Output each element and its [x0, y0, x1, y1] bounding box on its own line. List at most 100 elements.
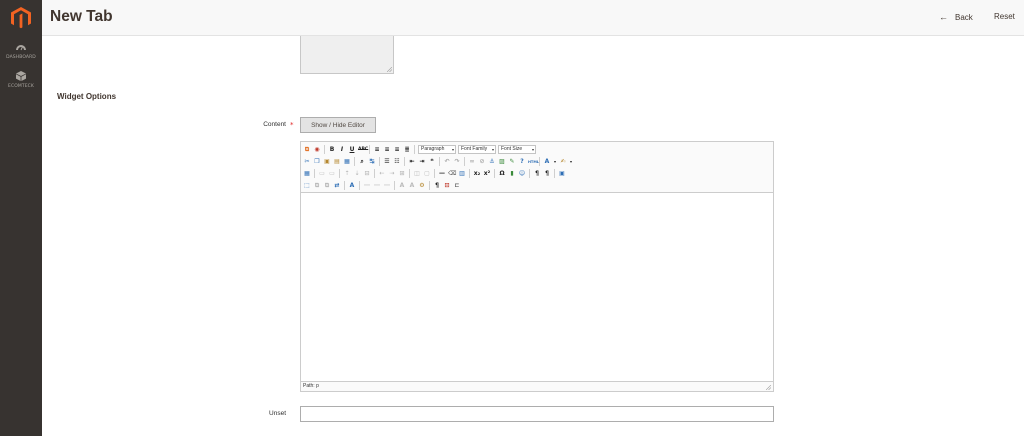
merge-cells-icon[interactable]: ▢ [423, 170, 431, 178]
insert-variable-icon[interactable]: ◉ [313, 146, 321, 154]
text-color-icon[interactable]: A [543, 158, 551, 166]
subscript-icon[interactable]: x₂ [473, 170, 481, 178]
table-icon[interactable]: ▦ [303, 170, 311, 178]
bold-icon[interactable]: B [328, 146, 336, 154]
help-icon[interactable]: ? [518, 158, 526, 166]
copy-icon[interactable]: ❐ [313, 158, 321, 166]
magento-logo-icon[interactable] [11, 7, 31, 29]
bullet-list-icon[interactable]: ☰ [383, 158, 391, 166]
insert-row-after-icon[interactable]: ⇣ [353, 170, 361, 178]
replace-icon[interactable]: ↹ [368, 158, 376, 166]
fullscreen-icon[interactable]: ▣ [558, 170, 566, 178]
align-center-icon[interactable]: ≡ [383, 146, 391, 154]
attribs-icon[interactable]: ⚙ [418, 182, 426, 190]
find-icon[interactable]: ⌕ [358, 158, 366, 166]
editor-status-bar: Path: p [301, 381, 773, 391]
visual-aid-icon[interactable]: ▥ [458, 170, 466, 178]
horizontal-rule-icon[interactable]: — [438, 170, 446, 178]
toolbar-separator [314, 169, 315, 178]
align-justify-icon[interactable]: ≣ [403, 146, 411, 154]
indent-icon[interactable]: ⇥ [418, 158, 426, 166]
toolbar-separator [359, 181, 360, 190]
unlink-icon[interactable]: ⊘ [478, 158, 486, 166]
split-cells-icon[interactable]: ◫ [413, 170, 421, 178]
absolute-icon[interactable]: ⇄ [333, 182, 341, 190]
sidebar-item-label: ECOMTECK [8, 84, 34, 89]
format-select[interactable]: Paragraph ▾ [418, 145, 456, 154]
font-size-select[interactable]: Font Size ▾ [498, 145, 536, 154]
back-button[interactable]: ← Back [939, 12, 973, 22]
sidebar-item-label: DASHBOARD [6, 55, 36, 60]
template-icon[interactable]: ⊏ [453, 182, 461, 190]
ltr-icon[interactable]: ¶ [533, 170, 541, 178]
font-family-select[interactable]: Font Family ▾ [458, 145, 496, 154]
remove-format-icon[interactable]: ⌫ [448, 170, 456, 178]
special-char-icon[interactable]: Ω [498, 170, 506, 178]
show-hide-editor-button[interactable]: Show / Hide Editor [300, 117, 376, 133]
image-icon[interactable]: ▨ [498, 158, 506, 166]
nonbreaking-icon[interactable]: ⊡ [443, 182, 451, 190]
delete-col-icon[interactable]: ⊞ [398, 170, 406, 178]
toolbar-separator [539, 157, 540, 166]
back-button-label: Back [955, 12, 973, 22]
abbr-icon[interactable]: ⋯ [373, 182, 381, 190]
ins-icon[interactable]: A [408, 182, 416, 190]
previous-textarea[interactable] [300, 36, 394, 74]
undo-icon[interactable]: ↶ [443, 158, 451, 166]
background-color-icon[interactable]: ✍ [559, 158, 567, 166]
reset-button[interactable]: Reset [994, 12, 1015, 21]
paste-word-icon[interactable]: ▦ [343, 158, 351, 166]
toolbar-separator [554, 169, 555, 178]
outdent-icon[interactable]: ⇤ [408, 158, 416, 166]
wysiwyg-editor: ⧉ ◉ B I U ABC ≡ ≡ ≡ ≣ Paragraph ▾ Font Fa… [300, 141, 774, 392]
paste-icon[interactable]: ▣ [323, 158, 331, 166]
insert-col-after-icon[interactable]: ⇢ [388, 170, 396, 178]
sidebar-item-dashboard[interactable]: DASHBOARD [0, 42, 42, 60]
cell-props-icon[interactable]: ▭ [328, 170, 336, 178]
media-icon[interactable]: ▮ [508, 170, 516, 178]
italic-icon[interactable]: I [338, 146, 346, 154]
del-icon[interactable]: A [398, 182, 406, 190]
toolbar-separator [404, 157, 405, 166]
superscript-icon[interactable]: x² [483, 170, 491, 178]
emotion-icon[interactable]: ☺ [518, 170, 526, 178]
align-right-icon[interactable]: ≡ [393, 146, 401, 154]
page-title: New Tab [50, 8, 113, 25]
blockquote-icon[interactable]: ❝ [428, 158, 436, 166]
html-source-icon[interactable]: HTML [528, 158, 539, 166]
move-backward-icon[interactable]: ⧉ [323, 182, 331, 190]
toolbar-separator [434, 169, 435, 178]
widget-icon[interactable]: ⧉ [303, 146, 311, 154]
move-forward-icon[interactable]: ⧉ [313, 182, 321, 190]
chevron-down-icon: ▾ [451, 147, 454, 152]
paste-text-icon[interactable]: ▤ [333, 158, 341, 166]
toolbar-separator [464, 157, 465, 166]
cut-icon[interactable]: ✂ [303, 158, 311, 166]
insert-col-before-icon[interactable]: ⇠ [378, 170, 386, 178]
numbered-list-icon[interactable]: ☷ [393, 158, 401, 166]
resize-grip-icon[interactable] [766, 385, 771, 390]
chevron-down-icon[interactable]: ▾ [553, 158, 557, 166]
underline-icon[interactable]: U [348, 146, 356, 154]
align-left-icon[interactable]: ≡ [373, 146, 381, 154]
cite-icon[interactable]: ⋯ [363, 182, 371, 190]
sidebar-item-ecomteck[interactable]: ECOMTECK [0, 71, 42, 89]
insert-layer-icon[interactable]: ⬚ [303, 182, 311, 190]
strikethrough-icon[interactable]: ABC [358, 146, 368, 154]
row-props-icon[interactable]: ▭ [318, 170, 326, 178]
unset-input[interactable] [300, 406, 774, 422]
toolbar-separator [529, 169, 530, 178]
visual-chars-icon[interactable]: ¶ [433, 182, 441, 190]
insert-row-before-icon[interactable]: ⇡ [343, 170, 351, 178]
rtl-icon[interactable]: ¶ [543, 170, 551, 178]
delete-row-icon[interactable]: ⊟ [363, 170, 371, 178]
link-icon[interactable]: ∞ [468, 158, 476, 166]
acronym-icon[interactable]: ⋯ [383, 182, 391, 190]
cleanup-icon[interactable]: ✎ [508, 158, 516, 166]
chevron-down-icon[interactable]: ▾ [569, 158, 573, 166]
anchor-icon[interactable]: ⚓ [488, 158, 496, 166]
resize-grip-icon[interactable] [387, 67, 392, 72]
styleprops-icon[interactable]: A [348, 182, 356, 190]
editor-content-area[interactable] [301, 194, 773, 381]
redo-icon[interactable]: ↷ [453, 158, 461, 166]
